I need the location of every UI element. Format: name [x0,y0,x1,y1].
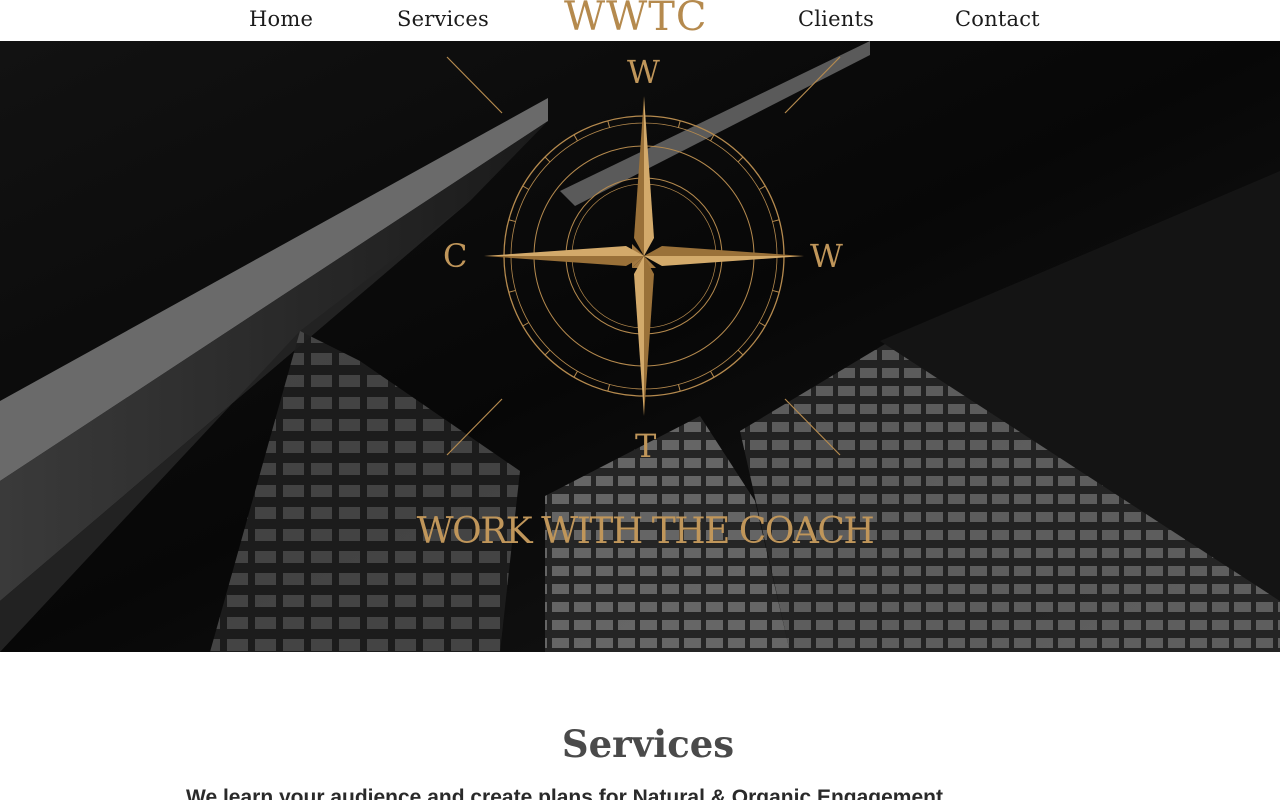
nav-link-clients[interactable]: Clients [798,7,874,31]
hero-tagline: WORK WITH THE COACH [416,511,875,552]
compass-letter-right: W [810,237,843,275]
services-heading: Services [561,722,735,766]
compass-letter-top: W [627,53,660,91]
compass-rose-icon [484,96,804,416]
compass-letter-left: C [443,237,468,275]
nav-link-services[interactable]: Services [397,7,489,31]
nav-link-contact[interactable]: Contact [955,7,1040,31]
site-logo[interactable]: WWTC [564,0,708,40]
nav-link-home[interactable]: Home [249,7,313,31]
services-subtitle: We learn your audience and create plans … [186,786,943,800]
hero-banner: W C W T WORK WITH THE COACH [0,41,1280,652]
compass-letter-bottom: T [635,427,657,465]
top-navigation: Home Services WWTC Clients Contact [0,0,1280,41]
